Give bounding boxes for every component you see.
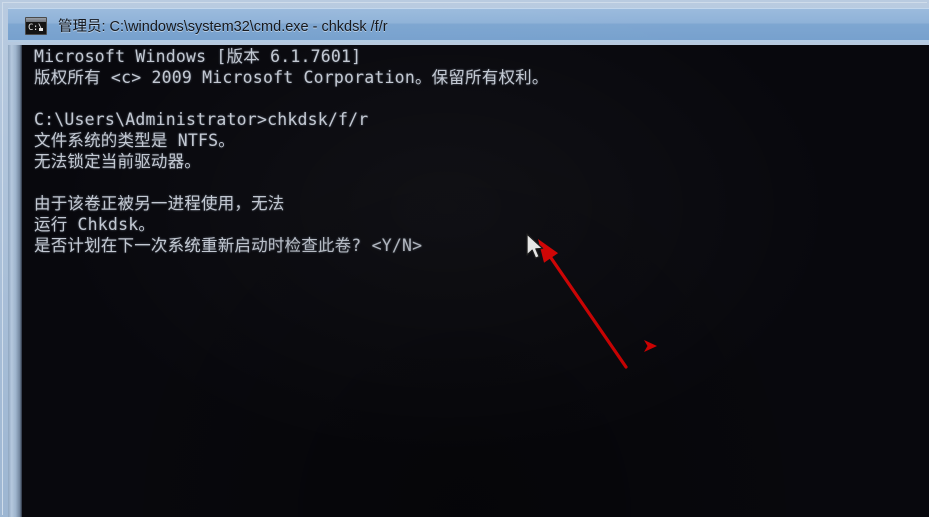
console-output-area[interactable]: Microsoft Windows [版本 6.1.7601] 版权所有 <c> … bbox=[22, 45, 929, 517]
console-line: C:\Users\Administrator>chkdsk/f/r bbox=[34, 110, 369, 129]
console-line: 由于该卷正被另一进程使用，无法 bbox=[34, 194, 285, 213]
console-line: 无法锁定当前驱动器。 bbox=[34, 152, 201, 171]
console-line: 文件系统的类型是 NTFS。 bbox=[34, 131, 235, 150]
console-line: 是否计划在下一次系统重新启动时检查此卷? <Y/N> bbox=[34, 236, 423, 255]
window-left-border bbox=[8, 45, 22, 517]
cmd-icon-caret bbox=[39, 27, 43, 31]
cmd-console-icon: C:\ bbox=[25, 16, 47, 35]
window-titlebar[interactable]: C:\ 管理员: C:\windows\system32\cmd.exe - c… bbox=[8, 8, 929, 42]
cmd-icon-titlestrip bbox=[26, 17, 46, 22]
console-text-block: Microsoft Windows [版本 6.1.7601] 版权所有 <c> … bbox=[22, 46, 929, 256]
console-line: Microsoft Windows [版本 6.1.7601] bbox=[34, 47, 362, 66]
window-title: 管理员: C:\windows\system32\cmd.exe - chkds… bbox=[58, 19, 388, 35]
console-line: 运行 Chkdsk。 bbox=[34, 215, 156, 234]
console-line: 版权所有 <c> 2009 Microsoft Corporation。保留所有… bbox=[34, 68, 549, 87]
screen-capture: C:\ 管理员: C:\windows\system32\cmd.exe - c… bbox=[0, 0, 929, 517]
